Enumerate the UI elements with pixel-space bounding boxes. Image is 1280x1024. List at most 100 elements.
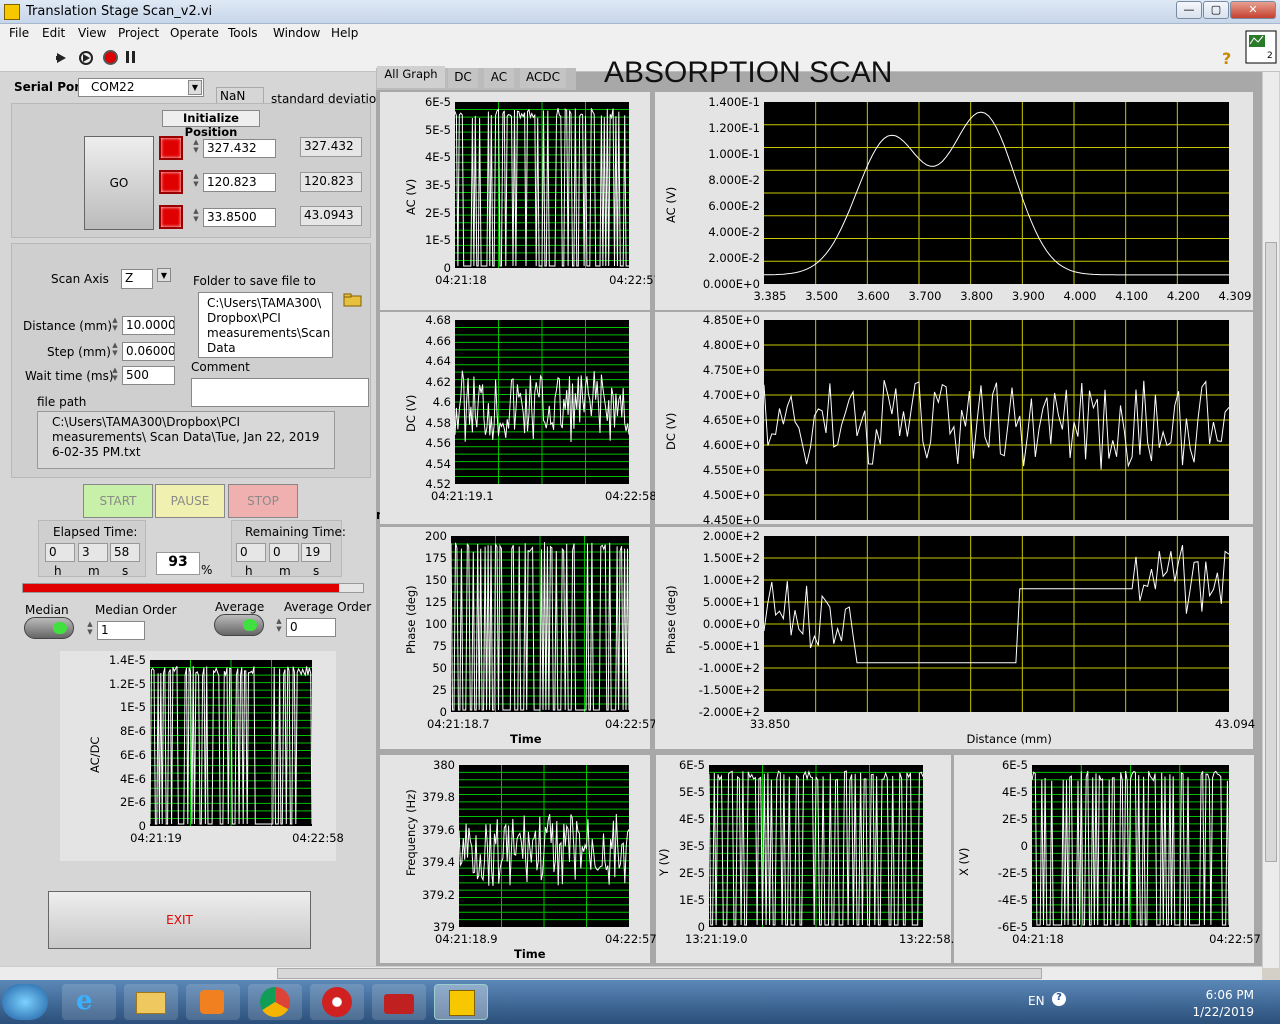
acdc-ylabel: AC/DC: [88, 736, 102, 773]
step-field[interactable]: 0.06000: [122, 342, 175, 361]
start-orb-icon[interactable]: [2, 984, 48, 1020]
ph_d-xtick: 33.850: [749, 717, 791, 731]
language-indicator[interactable]: EN: [1028, 994, 1045, 1008]
axis3-spinner[interactable]: ▲ ▼: [192, 207, 200, 225]
pause-button[interactable]: PAUSE: [155, 484, 225, 518]
dc_t-ytick: 4.56: [425, 436, 451, 450]
progress-percent: 93: [156, 552, 200, 575]
menu-view[interactable]: View: [78, 26, 106, 40]
comment-field[interactable]: [191, 378, 369, 407]
exit-button[interactable]: EXIT: [48, 891, 311, 949]
axis1-setpoint[interactable]: 327.432: [203, 139, 276, 158]
app-molecule-icon[interactable]: [310, 984, 364, 1020]
wait-time-field[interactable]: 500: [122, 366, 175, 385]
menu-file[interactable]: File: [9, 26, 29, 40]
vertical-scroll-thumb[interactable]: [1265, 242, 1277, 862]
x_t-ytick: 4E-5: [1001, 785, 1028, 799]
average-label: Average: [215, 600, 265, 614]
freq-ylabel: Frequency (Hz): [404, 789, 418, 876]
tray-time: 6:06 PM: [1205, 988, 1254, 1002]
average-toggle[interactable]: [214, 614, 264, 636]
serial-port-label: Serial Port: [14, 80, 86, 94]
ac_d-ytick: 1.200E-1: [708, 121, 760, 135]
start-button[interactable]: START: [83, 484, 153, 518]
chrome-icon[interactable]: [248, 984, 302, 1020]
taskbar: e EN ? 6:06 PM 1/22/2019: [0, 980, 1280, 1024]
menu-window[interactable]: Window: [273, 26, 320, 40]
ac_d-ytick: 1.000E-1: [708, 147, 760, 161]
median-toggle[interactable]: [24, 617, 74, 639]
freq-xlabel: Time: [514, 947, 546, 961]
scan-axis-select[interactable]: Z: [121, 269, 153, 289]
tab-acdc[interactable]: ACDC: [520, 68, 566, 88]
average-order-field[interactable]: 0: [286, 618, 336, 637]
x_t-ytick: 6E-5: [1001, 758, 1028, 772]
horizontal-scrollbar[interactable]: [0, 966, 1262, 980]
menu-tools[interactable]: Tools: [228, 26, 258, 40]
go-button[interactable]: GO: [84, 136, 154, 230]
median-order-label: Median Order: [95, 603, 177, 617]
step-spinner[interactable]: ▲ ▼: [111, 341, 119, 359]
freq-xtick: 04:21:18.9: [435, 932, 498, 946]
x_t-xtick: 04:21:18: [1012, 932, 1064, 946]
labview-icon[interactable]: [434, 984, 488, 1020]
menu-help[interactable]: Help: [331, 26, 358, 40]
stop-button[interactable]: STOP: [228, 484, 298, 518]
wait-spinner[interactable]: ▲ ▼: [111, 366, 119, 384]
y_t-ytick: 2E-5: [678, 866, 705, 880]
serial-port-select[interactable]: COM22: [78, 78, 204, 97]
axis2-spinner[interactable]: ▲ ▼: [192, 172, 200, 190]
axis1-led: [159, 136, 183, 160]
minimize-button[interactable]: —: [1176, 1, 1202, 19]
ph_d-ytick: -1.000E+2: [698, 661, 760, 675]
axis2-setpoint[interactable]: 120.823: [203, 173, 276, 192]
tab-ac[interactable]: AC: [484, 68, 514, 88]
folder-browse-icon[interactable]: [343, 293, 363, 307]
abort-icon[interactable]: [102, 49, 119, 66]
dc_d-ytick: 4.550E+0: [702, 463, 760, 477]
tab-dc[interactable]: DC: [448, 68, 478, 88]
remaining-time-label: Remaining Time:: [245, 525, 346, 539]
scan-axis-dropdown-icon[interactable]: ▼: [157, 268, 171, 282]
initialize-position-button[interactable]: Initialize Position: [162, 110, 260, 139]
axis3-setpoint[interactable]: 33.8500: [203, 208, 276, 227]
remaining-hours: 0: [236, 543, 266, 562]
media-player-icon[interactable]: [186, 984, 240, 1020]
serial-port-value: COM22: [91, 80, 135, 94]
folder-path-field[interactable]: C:\Users\TAMA300\ Dropbox\PCI measuremen…: [198, 292, 333, 358]
toolbox-icon[interactable]: [372, 984, 426, 1020]
ie-icon[interactable]: e: [62, 984, 116, 1020]
median-order-spinner[interactable]: ▲ ▼: [86, 620, 94, 638]
acdc-xtick: 04:22:58: [292, 831, 344, 845]
tab-all-graph[interactable]: All Graph: [377, 66, 445, 88]
run-continuously-icon[interactable]: [78, 50, 94, 66]
average-order-spinner[interactable]: ▲ ▼: [275, 617, 283, 635]
help-tray-icon[interactable]: ?: [1052, 992, 1066, 1006]
distance-field[interactable]: 10.0000: [122, 316, 175, 335]
elapsed-h-unit: h: [54, 564, 62, 578]
chevron-down-icon[interactable]: ▼: [188, 80, 202, 95]
close-button[interactable]: ✕: [1230, 1, 1276, 19]
median-order-field[interactable]: 1: [97, 621, 145, 640]
explorer-icon[interactable]: [124, 984, 178, 1020]
step-label: Step (mm): [47, 345, 111, 359]
ac_d-xtick: 4.309: [1218, 289, 1252, 303]
pause-icon[interactable]: [125, 51, 137, 64]
acdc-ytick: 2E-6: [119, 795, 146, 810]
ph_d-ytick: 1.500E+2: [702, 551, 760, 565]
distance-spinner[interactable]: ▲ ▼: [111, 316, 119, 334]
ph_t-xtick: 04:21:18.7: [427, 717, 490, 731]
dc_d-ytick: 4.800E+0: [702, 338, 760, 352]
vertical-scrollbar[interactable]: [1262, 72, 1279, 968]
run-arrow-icon[interactable]: [56, 51, 70, 65]
ph_d-xlabel: Distance (mm): [966, 732, 1052, 746]
menu-project[interactable]: Project: [118, 26, 159, 40]
help-icon[interactable]: ?: [1222, 49, 1231, 68]
axis1-spinner[interactable]: ▲ ▼: [192, 138, 200, 156]
horizontal-scroll-thumb[interactable]: [277, 968, 1042, 979]
maximize-button[interactable]: ▢: [1203, 1, 1229, 19]
menu-operate[interactable]: Operate: [170, 26, 219, 40]
ac_d-plot: [764, 102, 1229, 284]
menu-edit[interactable]: Edit: [42, 26, 65, 40]
remaining-h-unit: h: [245, 564, 253, 578]
